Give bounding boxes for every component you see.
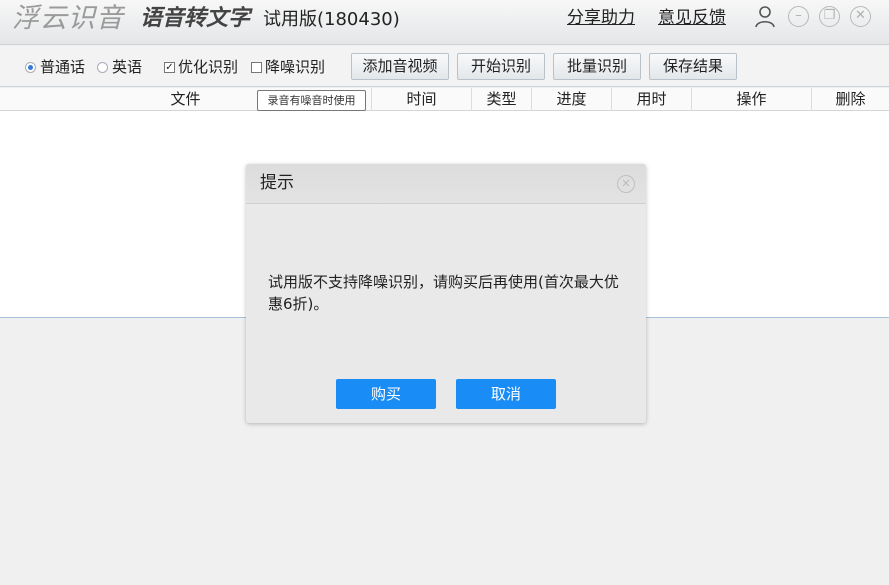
- radio-mandarin[interactable]: 普通话: [25, 57, 85, 77]
- denoise-tooltip: 录音有噪音时使用: [257, 90, 366, 111]
- radio-english-label: 英语: [112, 58, 143, 76]
- dialog-header: 提示 ✕: [246, 164, 646, 204]
- app-subtitle: 语音转文字: [140, 6, 251, 31]
- checkbox-checked-icon: ✓: [164, 61, 175, 73]
- batch-recognition-button[interactable]: 批量识别: [553, 53, 641, 80]
- radio-english[interactable]: 英语: [97, 57, 142, 77]
- start-recognition-button[interactable]: 开始识别: [457, 53, 545, 80]
- user-icon[interactable]: [754, 5, 776, 29]
- add-media-button[interactable]: 添加音视频: [351, 53, 449, 80]
- cancel-button[interactable]: 取消: [456, 379, 556, 409]
- toolbar: 普通话 英语 ✓ 优化识别 降噪识别 添加音视频 开始识别 批量识别 保存结果: [0, 46, 889, 87]
- col-type[interactable]: 类型: [472, 88, 532, 111]
- checkbox-denoise-label: 降噪识别: [265, 58, 326, 76]
- dialog-message: 试用版不支持降噪识别，请购买后再使用(首次最大优惠6折)。: [268, 273, 619, 313]
- share-link[interactable]: 分享助力: [567, 6, 635, 30]
- prompt-dialog: 提示 ✕ 试用版不支持降噪识别，请购买后再使用(首次最大优惠6折)。 购买 取消: [246, 164, 646, 423]
- app-brand: 浮云识音: [12, 3, 124, 34]
- save-result-button[interactable]: 保存结果: [649, 53, 737, 80]
- restore-icon[interactable]: ❐: [819, 6, 840, 27]
- col-duration[interactable]: 用时: [612, 88, 692, 111]
- checkbox-denoise[interactable]: 降噪识别: [251, 57, 325, 77]
- radio-selected-icon: [25, 61, 36, 73]
- radio-mandarin-label: 普通话: [40, 58, 86, 76]
- dialog-title: 提示: [260, 173, 294, 193]
- dialog-close-icon[interactable]: ✕: [617, 175, 635, 193]
- feedback-link[interactable]: 意见反馈: [658, 6, 726, 30]
- table-header: 文件 时间 类型 进度 用时 操作 删除: [0, 88, 889, 111]
- minimize-icon[interactable]: –: [788, 6, 809, 27]
- col-progress[interactable]: 进度: [532, 88, 612, 111]
- title-bar: 浮云识音 语音转文字 试用版(180430) 分享助力 意见反馈 – ❐ ✕: [0, 0, 889, 45]
- checkbox-optimize[interactable]: ✓ 优化识别: [164, 57, 238, 77]
- col-actions[interactable]: 操作: [692, 88, 812, 111]
- radio-icon: [97, 61, 108, 73]
- close-icon[interactable]: ✕: [850, 6, 871, 27]
- col-time[interactable]: 时间: [372, 88, 472, 111]
- checkbox-optimize-label: 优化识别: [178, 58, 239, 76]
- col-delete[interactable]: 删除: [812, 88, 889, 111]
- buy-button[interactable]: 购买: [336, 379, 436, 409]
- checkbox-icon: [251, 61, 262, 73]
- edition-label: 试用版(180430): [263, 9, 400, 30]
